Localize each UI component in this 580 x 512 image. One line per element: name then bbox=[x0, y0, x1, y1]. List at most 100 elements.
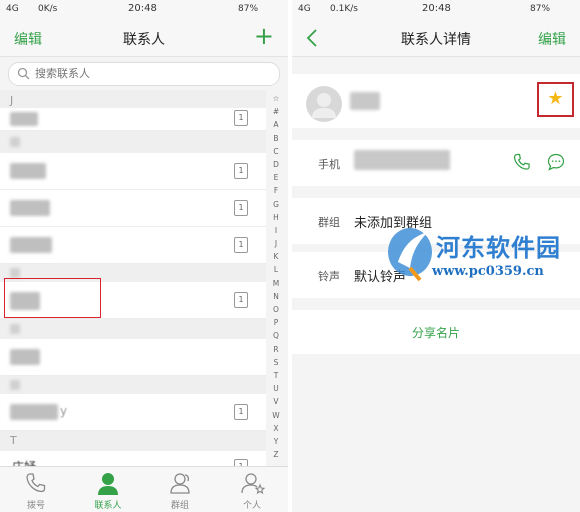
alphabet-index-letter[interactable]: D bbox=[268, 158, 284, 171]
contact-name-blurred bbox=[10, 112, 38, 126]
alphabet-index-letter[interactable]: I bbox=[268, 224, 284, 237]
phone-field-row: 手机 bbox=[292, 140, 580, 186]
sim-card-icon: 1 bbox=[234, 404, 248, 420]
section-letter-blurred bbox=[10, 137, 20, 147]
phone-number-blurred bbox=[354, 150, 450, 170]
field-label: 手机 bbox=[318, 158, 340, 171]
alphabet-index-letter[interactable]: S bbox=[268, 356, 284, 369]
star-icon: ★ bbox=[547, 88, 564, 109]
section-header-j: J bbox=[0, 90, 266, 108]
alphabet-index-letter[interactable]: ☆ bbox=[268, 92, 284, 105]
alphabet-index-letter[interactable]: Z bbox=[268, 448, 284, 461]
favorite-star-button[interactable]: ★ bbox=[537, 82, 574, 117]
speed-indicator: 0.1K/s bbox=[330, 4, 358, 14]
contact-row[interactable]: 1 bbox=[0, 190, 266, 227]
status-bar: 4G 0.1K/s 20:48 87% bbox=[292, 0, 580, 20]
alphabet-index-letter[interactable]: P bbox=[268, 316, 284, 329]
contact-name-fragment: y bbox=[60, 404, 68, 418]
contact-name-blurred bbox=[10, 237, 52, 253]
alphabet-index[interactable]: ☆ # A B C D E F G H I J K L M N O P Q R S T U V W X Y Z bbox=[268, 92, 284, 461]
sim-card-icon: 1 bbox=[234, 200, 248, 216]
tab-label: 个人 bbox=[242, 501, 261, 511]
tab-label: 拨号 bbox=[26, 501, 45, 511]
alphabet-index-letter[interactable]: G bbox=[268, 198, 284, 211]
battery-level: 87% bbox=[530, 4, 551, 14]
page-title: 联系人详情 bbox=[401, 32, 471, 48]
page-title: 联系人 bbox=[123, 32, 165, 48]
contact-name-blurred bbox=[350, 92, 380, 110]
alphabet-index-letter[interactable]: Y bbox=[268, 435, 284, 448]
network-indicator: 4G bbox=[6, 4, 19, 14]
contact-row[interactable]: 1 bbox=[0, 108, 266, 131]
section-letter-blurred bbox=[10, 324, 20, 334]
search-icon bbox=[17, 67, 30, 80]
alphabet-index-letter[interactable]: F bbox=[268, 184, 284, 197]
alphabet-index-letter[interactable]: A bbox=[268, 118, 284, 131]
nav-bar: 编辑 联系人 + bbox=[0, 20, 288, 57]
sim-card-icon: 1 bbox=[234, 237, 248, 253]
sim-card-icon: 1 bbox=[234, 163, 248, 179]
tab-label: 联系人 bbox=[94, 501, 122, 511]
share-card-row[interactable]: 分享名片 bbox=[292, 310, 580, 354]
speed-indicator: 0K/s bbox=[38, 4, 58, 14]
alphabet-index-letter[interactable]: N bbox=[268, 290, 284, 303]
contact-name-blurred bbox=[10, 349, 40, 365]
alphabet-index-letter[interactable]: W bbox=[268, 409, 284, 422]
battery-level: 87% bbox=[238, 4, 259, 14]
person-star-icon bbox=[241, 473, 266, 495]
contact-row[interactable] bbox=[0, 339, 266, 376]
alphabet-index-letter[interactable]: Q bbox=[268, 329, 284, 342]
message-icon[interactable] bbox=[546, 152, 566, 172]
sim-card-icon: 1 bbox=[234, 110, 248, 126]
alphabet-index-letter[interactable]: C bbox=[268, 145, 284, 158]
alphabet-index-letter[interactable]: V bbox=[268, 395, 284, 408]
avatar-placeholder-icon bbox=[312, 93, 336, 118]
network-indicator: 4G bbox=[298, 4, 311, 14]
contact-name-blurred bbox=[10, 163, 46, 179]
plus-icon[interactable]: + bbox=[254, 22, 274, 50]
contact-name-blurred bbox=[10, 200, 50, 216]
alphabet-index-letter[interactable]: E bbox=[268, 171, 284, 184]
section-header bbox=[0, 131, 266, 153]
watermark-url: www.pc0359.cn bbox=[432, 264, 544, 279]
search-box[interactable] bbox=[8, 62, 280, 86]
avatar bbox=[306, 86, 342, 122]
alphabet-index-letter[interactable]: K bbox=[268, 250, 284, 263]
tab-profile[interactable]: 个人 bbox=[216, 467, 288, 512]
alphabet-index-letter[interactable]: X bbox=[268, 422, 284, 435]
sim-card-icon: 1 bbox=[234, 292, 248, 308]
share-card-button[interactable]: 分享名片 bbox=[292, 324, 580, 341]
alphabet-index-letter[interactable]: # bbox=[268, 105, 284, 118]
field-label: 群组 bbox=[318, 216, 340, 229]
section-header-t: T bbox=[0, 431, 266, 451]
alphabet-index-letter[interactable]: O bbox=[268, 303, 284, 316]
field-label: 铃声 bbox=[318, 270, 340, 283]
alphabet-index-letter[interactable]: J bbox=[268, 237, 284, 250]
contact-row[interactable]: 1 bbox=[0, 153, 266, 190]
tab-label: 群组 bbox=[170, 501, 189, 511]
contact-row[interactable]: y 1 bbox=[0, 394, 266, 431]
tab-groups[interactable]: 群组 bbox=[144, 467, 216, 512]
tab-contacts[interactable]: 联系人 bbox=[72, 467, 144, 512]
alphabet-index-letter[interactable]: R bbox=[268, 343, 284, 356]
group-icon bbox=[170, 473, 190, 494]
nav-bar: 联系人详情 编辑 bbox=[292, 20, 580, 57]
call-icon[interactable] bbox=[512, 152, 532, 172]
section-header bbox=[0, 319, 266, 339]
annotation-highlight-box bbox=[4, 278, 101, 318]
alphabet-index-letter[interactable]: U bbox=[268, 382, 284, 395]
contact-icon bbox=[98, 473, 118, 495]
alphabet-index-letter[interactable]: H bbox=[268, 211, 284, 224]
contact-row[interactable]: 1 bbox=[0, 227, 266, 264]
search-input[interactable] bbox=[33, 66, 267, 81]
clock: 20:48 bbox=[422, 3, 451, 14]
watermark-logo bbox=[388, 228, 432, 282]
alphabet-index-letter[interactable]: T bbox=[268, 369, 284, 382]
contacts-list-screen: 4G 0K/s 20:48 87% 编辑 联系人 + J 1 1 1 1 bbox=[0, 0, 288, 512]
tab-dial[interactable]: 拨号 bbox=[0, 467, 72, 512]
clock: 20:48 bbox=[128, 3, 157, 14]
alphabet-index-letter[interactable]: M bbox=[268, 277, 284, 290]
alphabet-index-letter[interactable]: L bbox=[268, 263, 284, 276]
alphabet-index-letter[interactable]: B bbox=[268, 132, 284, 145]
edit-button[interactable]: 编辑 bbox=[538, 29, 566, 49]
